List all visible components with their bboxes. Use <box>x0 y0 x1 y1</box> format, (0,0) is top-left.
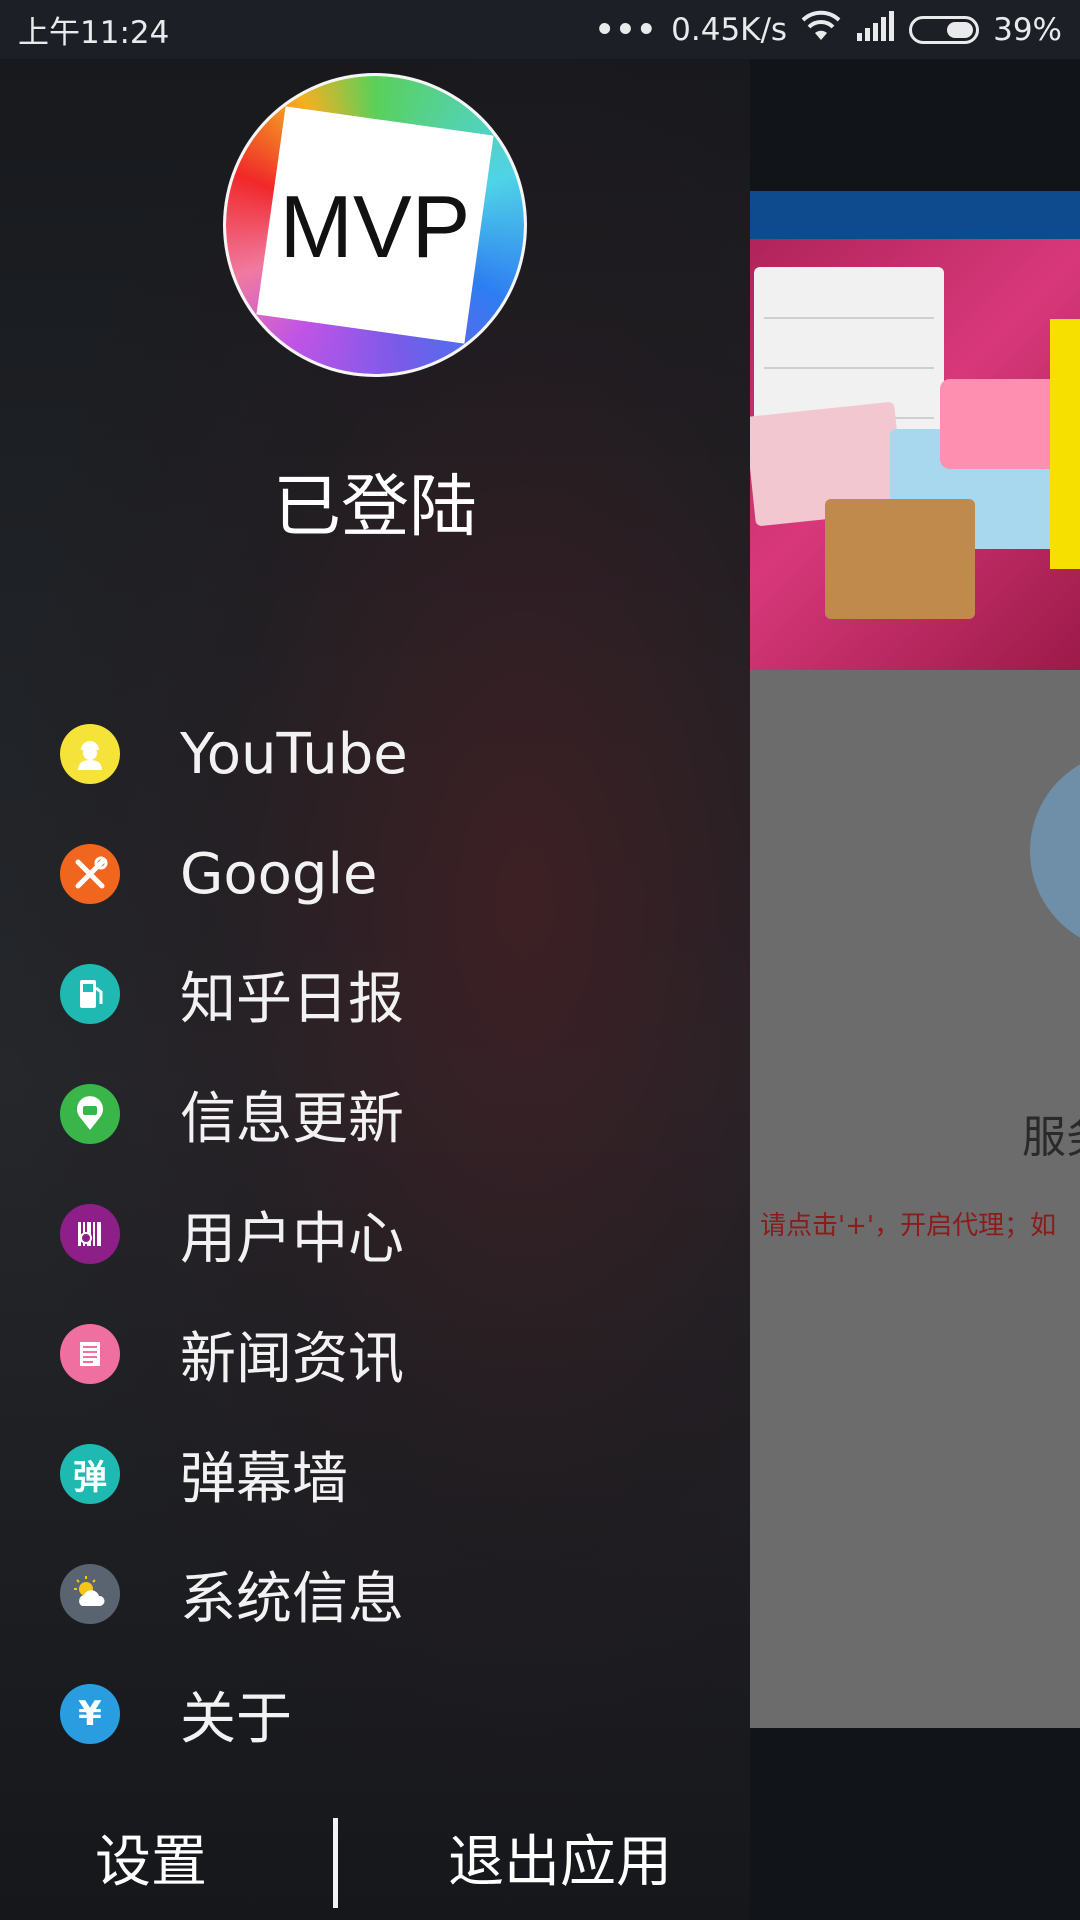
content-top-bar <box>750 191 1080 239</box>
menu-item-youtube[interactable]: YouTube <box>0 694 750 814</box>
menu-item-google[interactable]: Google <box>0 814 750 934</box>
menu-item-system-info[interactable]: 系统信息 <box>0 1534 750 1654</box>
barcode-icon <box>60 1204 120 1264</box>
banner-basket <box>940 379 1060 469</box>
avatar-text: MVP <box>279 177 471 276</box>
login-status: 已登陆 <box>272 468 477 547</box>
tools-icon <box>60 844 120 904</box>
weather-icon <box>60 1564 120 1624</box>
bottom-divider <box>333 1818 338 1908</box>
drawer-menu: YouTube Google 知乎日报 信息更新 用户中心 新闻资讯 弹 弹幕墙… <box>0 694 750 1774</box>
menu-item-label: YouTube <box>180 721 408 787</box>
document-icon <box>60 1324 120 1384</box>
status-bar: 上午11:24 ••• 0.45K/s 39% <box>0 0 1080 59</box>
status-time: 上午11:24 <box>18 15 170 51</box>
more-dots-icon: ••• <box>594 11 658 48</box>
drawer-bottom-bar: 设置 退出应用 <box>0 1802 750 1912</box>
exit-app-button[interactable]: 退出应用 <box>448 1817 672 1898</box>
menu-item-about[interactable]: ¥ 关于 <box>0 1654 750 1774</box>
menu-item-label: 弹幕墙 <box>180 1446 348 1512</box>
menu-item-label: 系统信息 <box>180 1566 404 1632</box>
menu-item-danmaku-wall[interactable]: 弹 弹幕墙 <box>0 1414 750 1534</box>
banner-image[interactable] <box>750 239 1080 670</box>
wifi-icon <box>801 10 841 50</box>
menu-item-label: 知乎日报 <box>180 966 404 1032</box>
menu-item-label: 用户中心 <box>180 1206 404 1272</box>
background-content: 服务 请点击'+'，开启代理；如 <box>750 191 1080 1728</box>
worker-icon <box>60 724 120 784</box>
status-indicators: ••• 0.45K/s 39% <box>595 10 1062 50</box>
settings-button[interactable]: 设置 <box>95 1817 207 1898</box>
navigation-drawer: MVP 已登陆 YouTube Google 知乎日报 信息更新 用户中心 新闻… <box>0 59 750 1920</box>
avatar[interactable]: MVP <box>226 76 524 374</box>
yen-icon: ¥ <box>60 1684 120 1744</box>
menu-item-info-update[interactable]: 信息更新 <box>0 1054 750 1174</box>
proxy-hint: 请点击'+'，开启代理；如 <box>760 1211 1057 1241</box>
menu-item-news[interactable]: 新闻资讯 <box>0 1294 750 1414</box>
menu-item-label: Google <box>180 841 378 907</box>
battery-percent: 39% <box>993 11 1062 48</box>
signal-icon <box>855 10 895 49</box>
car-pin-icon <box>60 1084 120 1144</box>
dan-char-icon: 弹 <box>60 1444 120 1504</box>
menu-item-user-center[interactable]: 用户中心 <box>0 1174 750 1294</box>
server-label: 服务 <box>1022 1112 1080 1163</box>
menu-item-label: 信息更新 <box>180 1086 404 1152</box>
network-speed: 0.45K/s <box>671 11 788 48</box>
menu-item-label: 关于 <box>180 1686 292 1752</box>
banner-accent <box>1050 319 1080 569</box>
banner-holder <box>825 499 975 619</box>
menu-item-label: 新闻资讯 <box>180 1326 404 1392</box>
battery-icon <box>909 15 980 44</box>
server-toggle-circle[interactable] <box>1030 751 1080 951</box>
menu-item-zhihu-daily[interactable]: 知乎日报 <box>0 934 750 1054</box>
fuel-station-icon <box>60 964 120 1024</box>
